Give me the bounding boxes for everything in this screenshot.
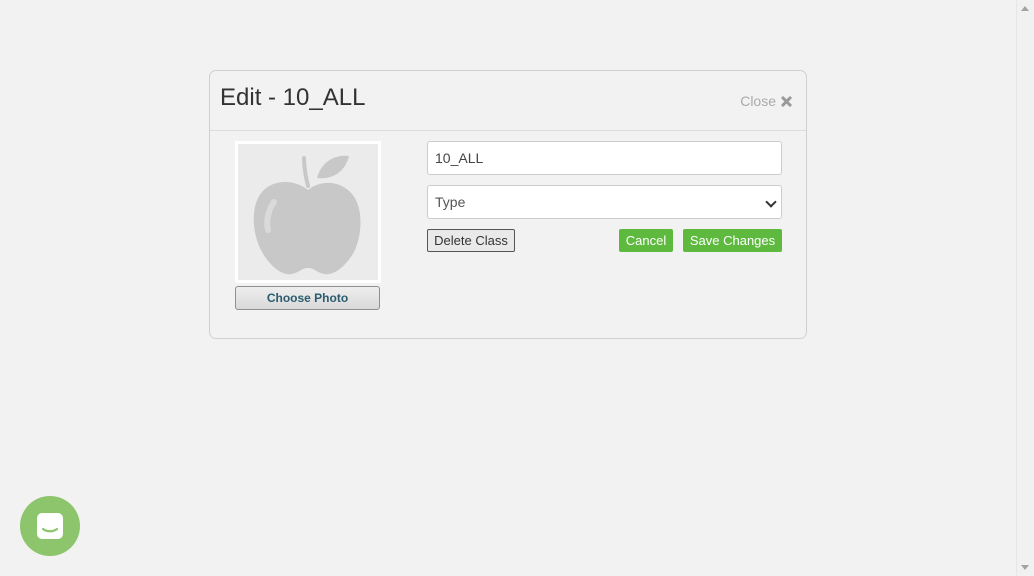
edit-class-modal: Edit - 10_ALL Close Choose Photo Type De… bbox=[209, 70, 807, 339]
close-label: Close bbox=[740, 93, 776, 109]
close-icon bbox=[781, 96, 792, 107]
chat-launcher-button[interactable] bbox=[20, 496, 80, 556]
modal-header: Edit - 10_ALL Close bbox=[210, 71, 806, 131]
choose-photo-button[interactable]: Choose Photo bbox=[235, 286, 380, 310]
close-button[interactable]: Close bbox=[740, 93, 792, 109]
type-select-value: Type bbox=[435, 194, 466, 210]
save-changes-button[interactable]: Save Changes bbox=[683, 229, 782, 252]
scroll-down-arrow-icon[interactable] bbox=[1021, 565, 1029, 570]
class-photo bbox=[235, 141, 381, 283]
cancel-button[interactable]: Cancel bbox=[619, 229, 673, 252]
chat-icon bbox=[37, 513, 63, 539]
scroll-up-arrow-icon[interactable] bbox=[1021, 6, 1029, 11]
page: Edit - 10_ALL Close Choose Photo Type De… bbox=[0, 0, 1034, 576]
class-name-input[interactable] bbox=[427, 141, 782, 175]
vertical-scrollbar[interactable] bbox=[1016, 0, 1034, 576]
chevron-down-icon bbox=[765, 196, 777, 208]
delete-class-button[interactable]: Delete Class bbox=[427, 229, 515, 252]
apple-icon bbox=[253, 155, 361, 275]
modal-title: Edit - 10_ALL bbox=[220, 84, 366, 111]
type-select[interactable]: Type bbox=[427, 185, 782, 219]
